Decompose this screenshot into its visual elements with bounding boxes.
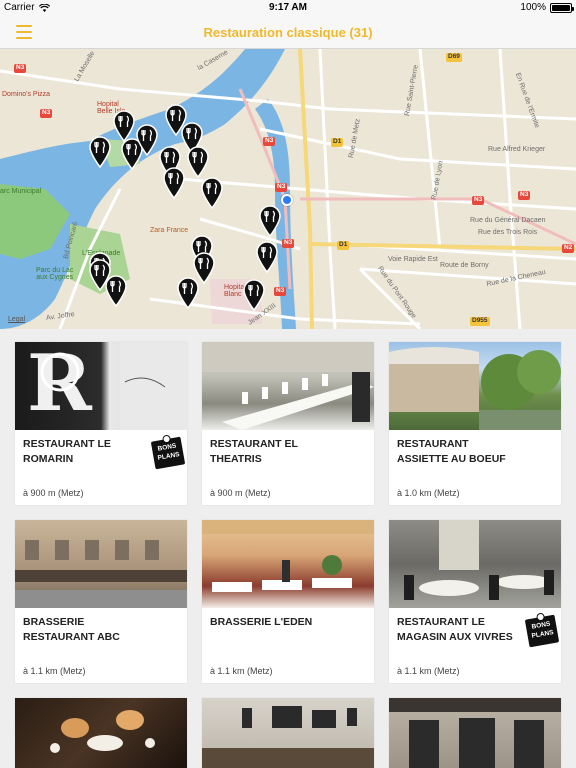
restaurant-pin-icon[interactable] [255, 241, 279, 273]
restaurant-photo [15, 698, 187, 768]
road-badge: N3 [282, 239, 295, 248]
road-badge: N3 [40, 109, 53, 118]
restaurant-name: RESTAURANT EL THEATRIS [210, 438, 298, 465]
restaurant-pin-icon[interactable] [176, 277, 200, 309]
map-label-parc-municipal: arc Municipal [0, 188, 42, 195]
restaurant-pin-icon[interactable] [200, 177, 224, 209]
restaurant-distance: à 900 m (Metz) [23, 488, 84, 498]
restaurant-pin-icon[interactable] [162, 167, 186, 199]
restaurant-photo [202, 698, 374, 768]
map-label-trois-rois: Rue des Trois Rois [478, 229, 538, 236]
road-badge: N3 [274, 287, 287, 296]
restaurant-pin-icon[interactable] [88, 136, 112, 168]
restaurant-card[interactable] [15, 698, 187, 768]
map-label-route-borny: Route de Borny [440, 262, 489, 269]
restaurant-photo: R [15, 342, 187, 430]
status-bar: Carrier 9:17 AM 100% [0, 0, 576, 16]
bons-plans-badge: BONS PLANS [150, 436, 186, 470]
restaurant-photo [389, 342, 561, 430]
road-badge: N3 [518, 191, 531, 200]
bons-plans-badge: BONS PLANS [524, 614, 560, 648]
battery-icon [550, 2, 574, 13]
restaurant-photo [202, 342, 374, 430]
road-badge: N3 [14, 64, 27, 73]
page-title: Restauration classique (31) [203, 25, 373, 40]
restaurant-photo [389, 520, 561, 608]
map-label-zara: Zara France [150, 227, 189, 234]
road-badge: N2 [562, 244, 575, 253]
restaurant-card[interactable] [202, 698, 374, 768]
restaurant-pin-icon[interactable] [104, 275, 128, 307]
restaurant-card[interactable]: BRASSERIE RESTAURANT ABC à 1.1 km (Metz) [15, 520, 187, 683]
restaurant-name: RESTAURANT LE ROMARIN [23, 438, 111, 465]
restaurant-distance: à 1.1 km (Metz) [210, 666, 273, 676]
road-badge: N3 [472, 196, 485, 205]
restaurant-card[interactable]: BRASSERIE L'EDEN à 1.1 km (Metz) [202, 520, 374, 683]
restaurant-card[interactable]: RESTAURANT ASSIETTE AU BOEUF à 1.0 km (M… [389, 342, 561, 505]
map-view[interactable]: Domino's Pizza Hopital Belle Isle arc Mu… [0, 49, 576, 329]
map-label-voie-rapide: Voie Rapide Est [388, 256, 438, 263]
map-label-alfred-krieger: Rue Alfred Krieger [488, 146, 546, 153]
road-badge: D69 [446, 53, 462, 62]
restaurant-name: RESTAURANT LE MAGASIN AUX VIVRES [397, 616, 513, 643]
current-location-icon [281, 194, 293, 206]
navigation-bar: Restauration classique (31) [0, 16, 576, 49]
restaurant-photo [389, 698, 561, 768]
restaurant-distance: à 1.0 km (Metz) [397, 488, 460, 498]
map-label-parc-lac: Parc du Lac aux Cygnes [36, 267, 74, 281]
road-badge: D1 [337, 241, 350, 250]
restaurant-distance: à 1.1 km (Metz) [397, 666, 460, 676]
restaurant-pin-icon[interactable] [186, 146, 210, 178]
road-badge: D955 [470, 317, 490, 326]
legal-link[interactable]: Legal [8, 316, 25, 323]
road-badge: N3 [275, 183, 288, 192]
restaurant-card[interactable]: RESTAURANT EL THEATRIS à 900 m (Metz) [202, 342, 374, 505]
road-badge: D1 [331, 138, 344, 147]
map-label-general-dacaen: Rue du Général Dacaen [470, 217, 546, 224]
restaurant-grid: R RESTAURANT LE ROMARIN BONS PLANS à 900 … [0, 329, 576, 768]
restaurant-card[interactable] [389, 698, 561, 768]
road-badge: N3 [263, 137, 276, 146]
restaurant-name: RESTAURANT ASSIETTE AU BOEUF [397, 438, 506, 465]
restaurant-photo [15, 520, 187, 608]
restaurant-distance: à 900 m (Metz) [210, 488, 271, 498]
restaurant-name: BRASSERIE RESTAURANT ABC [23, 616, 120, 643]
restaurant-pin-icon[interactable] [242, 279, 266, 311]
restaurant-distance: à 1.1 km (Metz) [23, 666, 86, 676]
status-time: 9:17 AM [269, 2, 307, 13]
restaurant-name: BRASSERIE L'EDEN [210, 616, 313, 628]
battery-percent: 100% [520, 2, 546, 13]
restaurant-card[interactable]: RESTAURANT LE MAGASIN AUX VIVRES BONS PLA… [389, 520, 561, 683]
restaurant-photo [202, 520, 374, 608]
restaurant-pin-icon[interactable] [258, 205, 282, 237]
restaurant-pin-icon[interactable] [135, 124, 159, 156]
restaurant-card[interactable]: R RESTAURANT LE ROMARIN BONS PLANS à 900 … [15, 342, 187, 505]
map-label-dominos: Domino's Pizza [2, 91, 51, 98]
